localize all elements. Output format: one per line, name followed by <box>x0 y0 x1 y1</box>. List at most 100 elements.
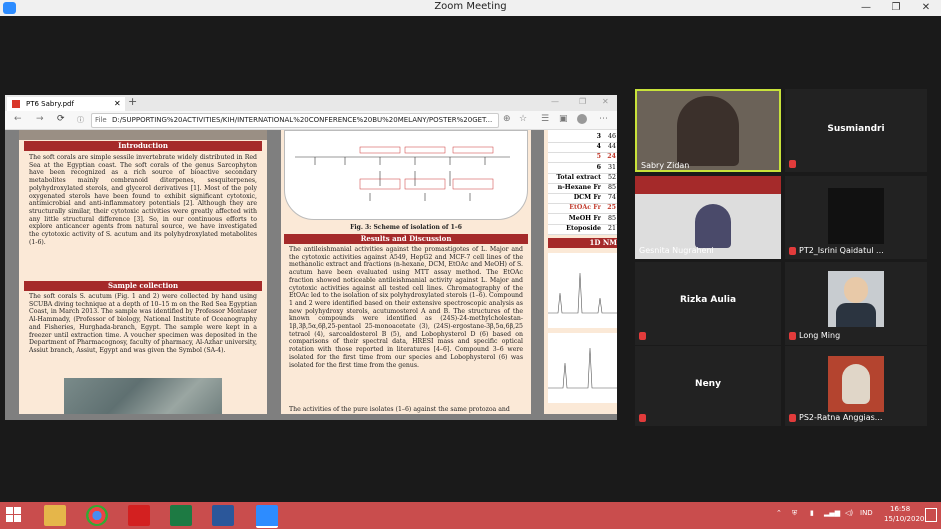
participant-name: Gesnita Nugraheni <box>639 246 714 255</box>
back-icon[interactable]: ← <box>14 114 22 124</box>
security-tray-icon[interactable]: ⛨ <box>792 509 797 518</box>
participant-avatar <box>828 356 884 412</box>
shared-browser-window: PT6 Sabry.pdf ✕ + — ❐ ✕ ← → ⟳ ⓘ File D:/… <box>5 95 617 420</box>
tray-overflow-icon[interactable]: ⌃ <box>776 509 782 517</box>
chrome-icon[interactable] <box>86 505 108 526</box>
table-cell-label: Etoposide <box>566 224 601 232</box>
table-cell-value: 24 <box>607 153 616 161</box>
restore-button[interactable]: ❐ <box>886 1 906 15</box>
notifications-icon[interactable] <box>925 508 937 522</box>
sample-collection-text: The soft corals S. acutum (Fig. 1 and 2)… <box>29 293 257 354</box>
table-cell-value: 52 <box>607 173 616 181</box>
forward-icon[interactable]: → <box>36 114 44 124</box>
table-cell-label: n-Hexane Fr <box>557 184 601 191</box>
table-cell-value: 74 <box>607 194 616 202</box>
isolation-scheme <box>284 130 528 220</box>
zoom-taskbar-icon[interactable] <box>256 505 278 528</box>
minimize-button[interactable]: — <box>856 1 876 15</box>
more-menu-icon[interactable]: ⋯ <box>599 114 608 124</box>
participant-video <box>677 96 739 166</box>
participant-name: Sabry Zidan <box>641 161 690 170</box>
participant-name: Long Ming <box>799 331 841 340</box>
muted-mic-icon <box>789 160 796 168</box>
avatar-hijab <box>842 364 870 404</box>
address-text: D:/SUPPORTING%20ACTIVITIES/KIH/INTERNATI… <box>111 116 493 124</box>
favorites-icon[interactable]: ☰ <box>541 114 549 124</box>
participant-name: Rizka Aulia <box>679 295 737 305</box>
results-heading: Results and Discussion <box>284 234 528 244</box>
profile-avatar-icon[interactable] <box>577 114 587 124</box>
close-button[interactable]: ✕ <box>916 1 936 15</box>
table-cell-label: 6 <box>596 163 601 171</box>
soft-coral-photo <box>64 378 222 414</box>
nmr-heading: 1D NM <box>548 238 617 248</box>
tab-bar: PT6 Sabry.pdf ✕ + — ❐ ✕ <box>5 95 617 111</box>
muted-mic-icon <box>639 414 646 422</box>
muted-mic-icon <box>789 414 796 422</box>
participant-name: Susmiandri <box>827 124 885 134</box>
browser-minimize-button[interactable]: — <box>551 97 559 106</box>
clock-time[interactable]: 16:58 <box>890 505 910 513</box>
language-indicator[interactable]: IND <box>860 509 873 517</box>
participant-video <box>695 204 731 248</box>
browser-close-button[interactable]: ✕ <box>602 97 609 106</box>
participant-tile-rizka-aulia[interactable]: Rizka Aulia <box>635 262 781 345</box>
word-icon[interactable] <box>212 505 234 526</box>
collections-icon[interactable]: ▣ <box>559 114 568 124</box>
table-cell-value: 31 <box>607 163 616 171</box>
participant-tile-ps2-ratna[interactable]: PS2-Ratna Anggias... <box>785 346 927 426</box>
participant-tile-pt2-isrini[interactable]: PT2_Isrini Qaidatul ... <box>785 176 927 259</box>
address-field[interactable]: File D:/SUPPORTING%20ACTIVITIES/KIH/INTE… <box>91 113 499 128</box>
table-cell-label: EtOAc Fr <box>569 204 601 212</box>
table-cell-value: 46 <box>607 133 616 140</box>
table-cell-value: 25 <box>607 204 616 212</box>
muted-mic-icon <box>789 332 796 340</box>
file-explorer-icon[interactable] <box>44 505 66 526</box>
clock-date[interactable]: 15/10/2020 <box>884 515 924 523</box>
table-cell-value: 85 <box>607 184 616 191</box>
participant-tile-susmiandri[interactable]: Susmiandri <box>785 89 927 172</box>
muted-mic-icon <box>639 332 646 340</box>
new-tab-button[interactable]: + <box>128 95 137 108</box>
participant-tile-long-ming[interactable]: Long Ming <box>785 262 927 345</box>
virtual-background-banner <box>635 176 781 194</box>
favorite-star-icon[interactable]: ☆ <box>519 114 527 124</box>
participant-name: PS2-Ratna Anggias... <box>799 413 883 422</box>
excel-icon[interactable] <box>170 505 192 526</box>
windows-taskbar: ⌃ ⛨ ▮ ▂▄▆ ◁) IND 16:58 15/10/2020 <box>0 502 941 529</box>
poster-page-left: Introduction The soft corals are simple … <box>19 130 267 414</box>
pdf-viewer: Introduction The soft corals are simple … <box>5 130 617 420</box>
avatar-body <box>836 303 876 327</box>
participant-tile-sabry-zidan[interactable]: Sabry Zidan <box>635 89 781 172</box>
poster-page-right: 3 46 4 44 5 24 6 31 Total extract 52 n-Hexane Fr 85… <box>544 130 617 414</box>
windows-start-icon[interactable] <box>6 507 22 523</box>
table-row: Etoposide 21 <box>548 224 617 235</box>
refresh-icon[interactable]: ⟳ <box>57 114 65 124</box>
window-title: Zoom Meeting <box>434 1 507 12</box>
table-cell-value: 85 <box>607 214 616 222</box>
activity-table: 3 46 4 44 5 24 6 31 Total extract 52 n-Hexane Fr 85… <box>548 130 617 235</box>
zoom-icon[interactable]: ⊕ <box>503 114 511 124</box>
participant-tile-neny[interactable]: Neny <box>635 346 781 426</box>
browser-maximize-button[interactable]: ❐ <box>579 97 586 106</box>
acrobat-icon[interactable] <box>128 505 150 526</box>
file-label: File <box>95 116 107 124</box>
introduction-heading: Introduction <box>24 141 262 151</box>
scheme-caption: Fig. 3: Scheme of isolation of 1–6 <box>350 224 462 231</box>
poster-page-middle: Fig. 3: Scheme of isolation of 1–6 Resul… <box>281 130 531 414</box>
pdf-icon <box>12 100 20 108</box>
battery-icon[interactable]: ▮ <box>810 509 814 517</box>
avatar-face <box>844 277 868 303</box>
tab-pt6-sabry[interactable]: PT6 Sabry.pdf ✕ <box>7 97 125 111</box>
nmr-spectrum-1 <box>548 253 617 328</box>
participant-tile-gesnita[interactable]: Gesnita Nugraheni <box>635 176 781 259</box>
table-cell-label: 5 <box>596 153 601 161</box>
zoom-titlebar: Zoom Meeting — ❐ ✕ <box>0 0 941 16</box>
address-bar-row: ← → ⟳ ⓘ File D:/SUPPORTING%20ACTIVITIES/… <box>5 111 617 130</box>
tab-close-icon[interactable]: ✕ <box>114 97 121 111</box>
network-icon[interactable]: ▂▄▆ <box>824 509 840 517</box>
table-cell-label: MeOH Fr <box>568 214 601 222</box>
participant-name: Neny <box>695 379 721 389</box>
volume-icon[interactable]: ◁) <box>845 509 853 517</box>
nmr-spectrum-2 <box>548 333 617 403</box>
